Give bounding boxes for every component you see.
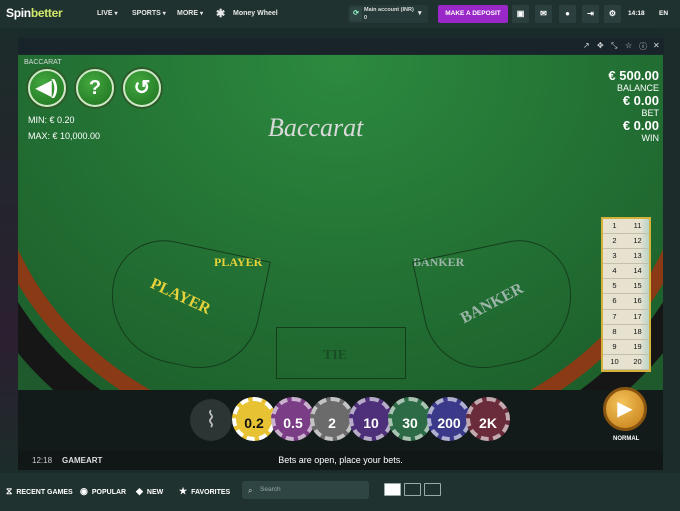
game-status-bar: 12:18 GAMEART Bets are open, place your …	[18, 451, 663, 470]
wheel-icon: ✱	[216, 8, 226, 20]
close-icon[interactable]: ✕	[653, 41, 660, 50]
scoreboard-cell: 14	[626, 264, 649, 280]
bottom-nav: ⧖ RECENT GAMES ◉ POPULAR ◆ NEW ★ FAVORITES S…	[0, 473, 680, 511]
speaker-icon: ◀)	[35, 77, 59, 99]
spinbetter-logo[interactable]: Spinbetter	[6, 6, 63, 20]
play-icon: ▶	[617, 398, 633, 420]
hourglass-icon: ⧖	[6, 486, 13, 496]
history-button[interactable]: ↺	[123, 69, 161, 107]
chip-200[interactable]: 200	[427, 397, 471, 441]
scoreboard-cell: 16	[626, 294, 649, 310]
scoreboard-cell: 7	[603, 310, 626, 325]
chip-10[interactable]: 10	[349, 397, 393, 441]
baccarat-brand: Baccarat	[268, 113, 364, 142]
sound-button[interactable]: ◀)	[28, 69, 66, 107]
scoreboard-cell: 4	[603, 264, 626, 280]
star-icon: ★	[179, 486, 188, 496]
gift-icon[interactable]: ▣	[512, 5, 529, 23]
tie-zone-label: TIE	[323, 348, 348, 363]
win-amount: € 0.00	[622, 118, 659, 133]
search-input[interactable]: Search	[242, 481, 369, 499]
status-message: Bets are open, place your bets.	[278, 455, 403, 465]
logout-icon[interactable]: ⇥	[582, 5, 599, 23]
nav-more[interactable]: MORE ▾	[177, 10, 203, 17]
account-title: Main account (INR)	[364, 7, 414, 13]
scoreboard-cell: 12	[626, 234, 649, 250]
scoreboard-cell: 18	[626, 324, 649, 340]
chip-2k[interactable]: 2K	[466, 397, 510, 441]
info-icon[interactable]: ⓘ	[639, 41, 647, 52]
star-icon[interactable]: ☆	[625, 41, 632, 50]
layout-split-button[interactable]	[404, 483, 421, 496]
layout-grid-button[interactable]	[424, 483, 441, 496]
language-selector[interactable]: EN	[659, 10, 668, 17]
nav-live[interactable]: LIVE ▾	[97, 10, 118, 17]
fullscreen-icon[interactable]: ✥	[597, 41, 604, 50]
nav-sports[interactable]: SPORTS ▾	[132, 10, 166, 17]
scoreboard-cell: 1	[603, 219, 626, 235]
balance-display: € 500.00 BALANCE € 0.00 BET € 0.00 WIN	[608, 68, 659, 143]
gear-icon[interactable]: ⚙	[604, 5, 621, 23]
min-bet: MIN: € 0.20	[28, 115, 75, 125]
account-balance: 0	[364, 15, 368, 21]
play-mode-label: NORMAL	[613, 436, 640, 442]
win-label: WIN	[641, 133, 660, 143]
scoreboard-cell: 5	[603, 279, 626, 295]
scoreboard-cell: 3	[603, 249, 626, 265]
recent-games-tab[interactable]: ⧖ RECENT GAMES	[6, 486, 73, 497]
scoreboard-cell: 8	[603, 325, 626, 340]
balance-label: BALANCE	[616, 83, 659, 93]
scoreboard-cell: 2	[603, 234, 626, 250]
chevron-down-icon: ▾	[199, 11, 203, 17]
new-icon: ◆	[136, 486, 143, 496]
scoreboard-cell: 10	[603, 355, 626, 370]
bet-label: BET	[641, 108, 659, 118]
chevron-down-icon[interactable]: ▾	[418, 9, 422, 17]
collapse-icon[interactable]: ⤡	[611, 41, 617, 51]
chevron-down-icon: ▾	[162, 11, 166, 17]
help-button[interactable]: ?	[76, 69, 114, 107]
scoreboard-cell: 11	[626, 219, 649, 235]
scoreboard: 1 11 2 12 3 13 4 14 5 15 6 16 7 17 8 18 …	[601, 217, 651, 372]
right-background	[662, 28, 680, 473]
bet-amount: € 0.00	[622, 93, 659, 108]
max-bet: MAX: € 10,000.00	[28, 131, 101, 141]
chip-2[interactable]: 2	[310, 397, 354, 441]
mail-icon[interactable]: ✉	[535, 5, 552, 23]
new-tab[interactable]: ◆ NEW	[136, 486, 163, 497]
fire-icon: ◉	[80, 486, 88, 496]
chip-30[interactable]: 30	[388, 397, 432, 441]
deal-button[interactable]: ▶	[603, 387, 647, 431]
scoreboard-cell: 20	[626, 354, 649, 370]
user-icon[interactable]: ●	[559, 5, 576, 23]
top-bar: Spinbetter LIVE ▾ SPORTS ▾ MORE ▾ ✱ Mone…	[0, 0, 680, 28]
popular-tab[interactable]: ◉ POPULAR	[80, 486, 126, 497]
scoreboard-cell: 15	[626, 279, 649, 295]
chevron-down-icon: ▾	[114, 11, 118, 17]
question-icon: ?	[88, 77, 102, 99]
layout-single-button[interactable]	[384, 483, 401, 496]
game-label: BACCARAT	[24, 59, 62, 66]
refresh-icon[interactable]: ⟳	[350, 7, 362, 21]
balance-amount: € 500.00	[608, 68, 659, 83]
scoreboard-cell: 6	[603, 294, 626, 310]
account-info[interactable]: Main account (INR) 0	[364, 6, 414, 22]
external-link-icon[interactable]: ↗	[583, 41, 590, 50]
left-background	[0, 28, 18, 473]
make-deposit-button[interactable]: MAKE A DEPOSIT	[438, 5, 508, 23]
chip-0-2[interactable]: 0.2	[232, 397, 276, 441]
money-wheel-link[interactable]: Money Wheel	[233, 10, 278, 17]
scoreboard-cell: 9	[603, 340, 626, 355]
scoreboard-cell: 13	[626, 249, 649, 265]
baccarat-game: BACCARAT Baccarat ◀) ? ↺ MIN: € 0.20 MAX…	[18, 55, 663, 470]
scoreboard-cell: 19	[626, 339, 649, 355]
chip-selector: 0.2 0.5 2 10 30 200 2K	[188, 397, 510, 445]
scoreboard-cell: 17	[626, 309, 649, 325]
game-frame-toolbar	[18, 38, 664, 54]
clock: 14:18	[628, 10, 645, 17]
chip-0-5[interactable]: 0.5	[271, 397, 315, 441]
history-icon: ↺	[133, 77, 151, 99]
search-icon: ⌕	[248, 486, 253, 495]
favorites-tab[interactable]: ★ FAVORITES	[179, 486, 230, 497]
